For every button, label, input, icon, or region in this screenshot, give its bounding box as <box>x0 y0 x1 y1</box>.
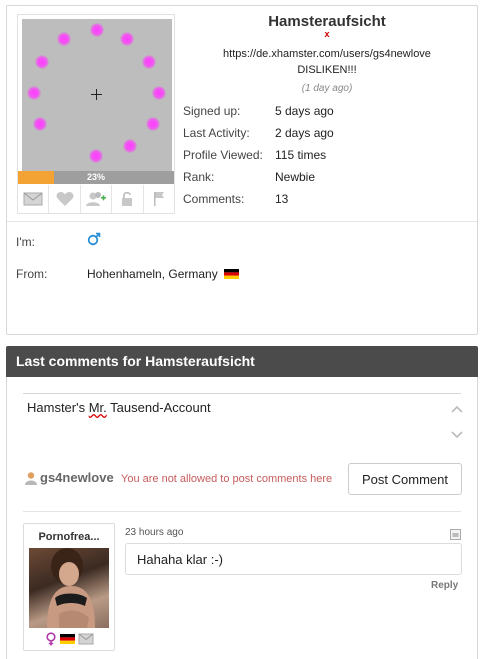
editor-text-after: Tausend-Account <box>106 400 211 415</box>
spinner-dot <box>142 55 156 69</box>
editor-scrollbar[interactable] <box>449 402 465 446</box>
profile-action-row <box>18 185 174 213</box>
stat-label-rank: Rank: <box>183 170 215 184</box>
poster-info: gs4newlove <box>24 470 114 485</box>
spinner-dot <box>146 117 160 131</box>
avatar-photo <box>47 548 95 628</box>
male-icon <box>87 232 101 246</box>
stat-value-signed-up: 5 days ago <box>275 104 334 118</box>
mail-icon[interactable] <box>78 633 94 645</box>
stat-value-comments: 13 <box>275 192 289 206</box>
editor-text-before: Hamster's <box>27 400 89 415</box>
delete-status-icon[interactable]: x <box>182 29 472 39</box>
comment-permission-notice: You are not allowed to post comments her… <box>121 473 333 485</box>
stat-value-profile-viewed: 115 times <box>275 148 327 162</box>
report-button[interactable] <box>144 185 174 213</box>
stat-label-profile-viewed: Profile Viewed: <box>183 148 263 162</box>
editor-text-misspelled: Mr. <box>88 400 107 415</box>
chevron-down-icon[interactable] <box>449 428 465 442</box>
im-label: I'm: <box>16 235 35 249</box>
comment-author-icons <box>24 632 114 646</box>
lock-icon <box>122 191 133 206</box>
profile-progress-bar: 23% <box>18 171 174 184</box>
germany-flag-icon <box>223 269 239 279</box>
report-comment-icon[interactable] <box>450 529 461 540</box>
send-message-button[interactable] <box>18 185 50 213</box>
favorite-button[interactable] <box>49 185 81 213</box>
block-button[interactable] <box>112 185 144 213</box>
spinner-dot <box>89 149 103 163</box>
stat-label-comments: Comments: <box>183 192 245 206</box>
avatar-loading-image[interactable] <box>22 19 172 171</box>
comment-editor-text[interactable]: Hamster's Mr. Tausend-Account <box>27 400 211 415</box>
add-friend-icon <box>86 192 107 206</box>
heart-icon <box>56 192 74 206</box>
gender-value <box>87 232 101 249</box>
comment-author-avatar[interactable] <box>29 548 109 628</box>
spinner-dot <box>57 32 71 46</box>
reply-link[interactable]: Reply <box>431 580 458 591</box>
chevron-up-icon[interactable] <box>449 402 465 416</box>
profile-username: Hamsteraufsicht <box>268 13 386 30</box>
profile-divider <box>7 221 477 222</box>
status-text: DISLIKEN!!! <box>297 64 357 76</box>
female-icon <box>45 632 56 646</box>
spinner-dot <box>90 23 104 37</box>
from-value: Hohenhameln, Germany <box>87 267 218 281</box>
flag-icon <box>153 192 164 206</box>
stat-value-rank: Newbie <box>275 170 316 184</box>
spinner-dot <box>152 86 166 100</box>
spinner-dot <box>33 117 47 131</box>
user-icon <box>25 471 37 485</box>
post-comment-button[interactable]: Post Comment <box>348 463 462 495</box>
comment-time: 23 hours ago <box>125 527 184 538</box>
comment-author-card[interactable]: Pornofrea... <box>23 523 115 651</box>
spinner-dot <box>123 139 137 153</box>
status-time: (1 day ago) <box>301 83 353 94</box>
mail-icon <box>23 192 43 206</box>
germany-flag-icon <box>59 634 75 644</box>
profile-card: 23% Hamsteraufsicht x https://de.xhamste… <box>6 5 478 335</box>
avatar-box: 23% <box>17 14 175 214</box>
comment-editor[interactable]: Hamster's Mr. Tausend-Account <box>23 393 463 447</box>
spinner-dot <box>120 32 134 46</box>
comment-text: Hahaha klar :-) <box>137 552 223 567</box>
progress-label: 23% <box>86 172 105 182</box>
comments-panel: Hamster's Mr. Tausend-Account gs4newlove… <box>6 377 478 659</box>
stat-value-last-activity: 2 days ago <box>275 126 334 140</box>
stat-label-last-activity: Last Activity: <box>183 126 250 140</box>
comment-author-name[interactable]: Pornofrea... <box>24 531 114 543</box>
spinner-dot <box>35 55 49 69</box>
spinner-dot <box>27 86 41 100</box>
comments-header: Last comments for Hamsteraufsicht <box>6 346 478 377</box>
comment-bubble: Hahaha klar :-) <box>125 543 462 575</box>
from-location: Hohenhameln, Germany <box>87 267 239 281</box>
comments-divider <box>23 511 461 512</box>
status-url[interactable]: https://de.xhamster.com/users/gs4newlove <box>182 48 472 60</box>
from-label: From: <box>16 267 48 281</box>
add-friend-button[interactable] <box>81 185 113 213</box>
stat-label-signed-up: Signed up: <box>183 104 241 118</box>
poster-name[interactable]: gs4newlove <box>40 470 114 485</box>
crosshair-cursor-icon <box>91 89 102 100</box>
